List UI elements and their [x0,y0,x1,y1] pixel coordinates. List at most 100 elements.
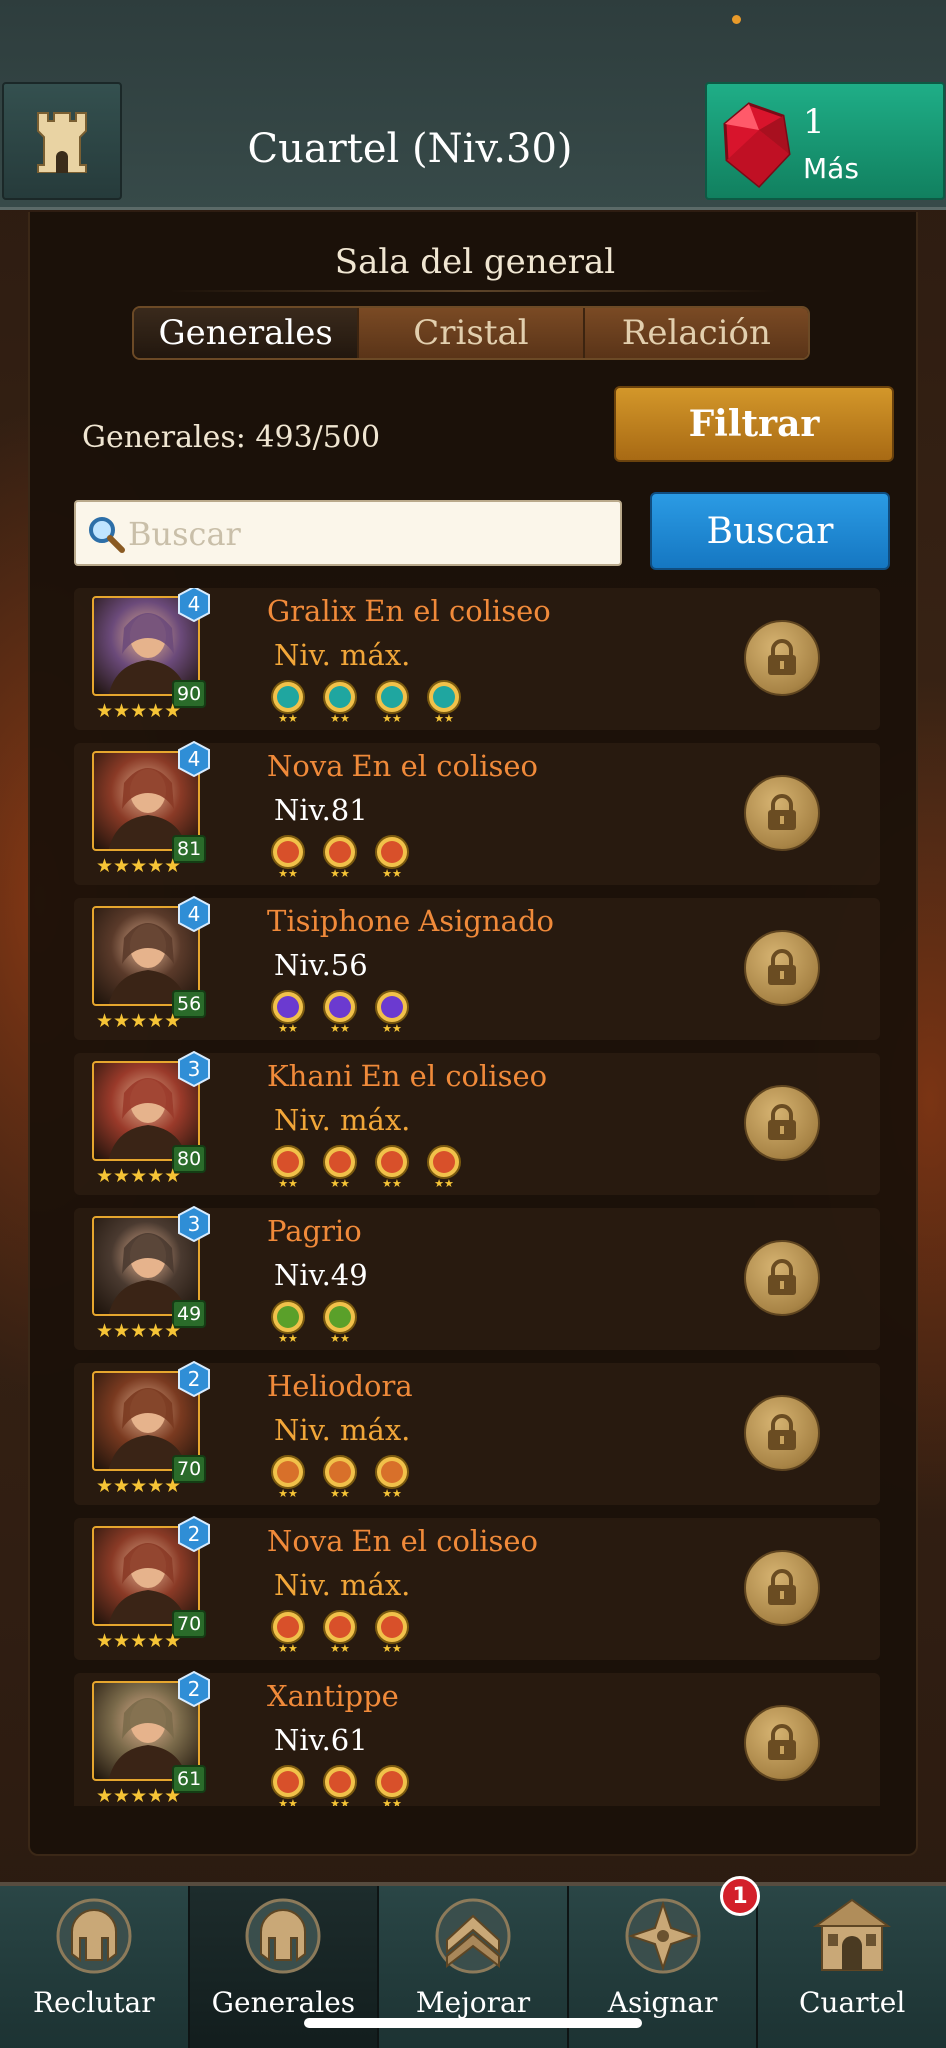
skill-icon[interactable]: ★★ [270,1145,306,1190]
skill-icon[interactable]: ★★ [374,1610,410,1655]
search-field[interactable] [74,500,622,566]
general-row[interactable]: 3 80 ★★★★★ Khani En el coliseo Niv. máx. ★★ ★★ ★… [74,1051,880,1195]
general-status: En el coliseo [360,1059,548,1093]
general-name: Pagrio [267,1214,362,1248]
skill-icon[interactable]: ★★ [322,680,358,725]
nav-cuartel[interactable]: Cuartel [758,1886,946,2048]
general-level: Niv. máx. [274,1413,411,1447]
lock-button[interactable] [744,930,820,1006]
rank-number: 3 [188,1212,201,1236]
lock-button[interactable] [744,1240,820,1316]
tab-cristal[interactable]: Cristal [359,308,585,358]
lock-icon [768,1569,796,1605]
general-row[interactable]: 2 61 ★★★★★ Xantippe Niv.61 ★★ ★★ ★★ [74,1671,880,1806]
lock-button[interactable] [744,1550,820,1626]
search-icon [89,517,125,553]
helmet-icon [56,1898,132,1974]
general-name: Nova [267,1524,344,1558]
skill-icon[interactable]: ★★ [270,1610,306,1655]
skill-icon[interactable]: ★★ [270,1455,306,1500]
skill-icon[interactable]: ★★ [322,1300,358,1345]
lock-icon [768,1259,796,1295]
skill-icon[interactable]: ★★ [374,1765,410,1806]
panel-subtitle: Sala del general [334,242,616,282]
skill-icon[interactable]: ★★ [322,1455,358,1500]
nav-reclutar[interactable]: Reclutar [0,1886,190,2048]
skill-icon[interactable]: ★★ [322,990,358,1035]
castle-button[interactable] [2,82,122,200]
lock-button[interactable] [744,1395,820,1471]
general-level: Niv. máx. [274,638,411,672]
svg-text:★★: ★★ [434,712,454,724]
general-status: En el coliseo [351,1524,538,1558]
skill-icon[interactable]: ★★ [270,990,306,1035]
gem-purchase-button[interactable]: 1 Más [705,82,945,200]
general-row[interactable]: 4 81 ★★★★★ Nova En el coliseo Niv.81 ★★ ★★ ★★ [74,741,880,885]
skill-icon[interactable]: ★★ [322,1610,358,1655]
general-name: Gralix [267,594,357,628]
skill-icon[interactable]: ★★ [374,835,410,880]
svg-text:★★: ★★ [330,1332,350,1344]
tab-relacion[interactable]: Relación [584,308,808,358]
star-rating: ★★★★★ [96,700,182,722]
general-count: Generales: 493/500 [82,420,381,455]
skill-icon[interactable]: ★★ [426,680,462,725]
general-row[interactable]: 2 70 ★★★★★ Heliodora Niv. máx. ★★ ★★ ★★ [74,1361,880,1505]
general-name: Xantippe [267,1679,399,1713]
rank-shield-icon: 2 [178,1671,210,1707]
skill-icon[interactable]: ★★ [322,1765,358,1806]
skill-icon[interactable]: ★★ [270,1765,306,1806]
general-row[interactable]: 2 70 ★★★★★ Nova En el coliseo Niv. máx. ★★ ★★ ★★ [74,1516,880,1660]
rank-number: 4 [188,592,201,616]
skill-icon[interactable]: ★★ [322,1145,358,1190]
lock-button[interactable] [744,1705,820,1781]
skill-icon[interactable]: ★★ [374,1455,410,1500]
general-name-line: Pagrio [267,1214,370,1248]
general-name-line: Khani En el coliseo [267,1059,547,1093]
svg-text:★★: ★★ [382,1487,402,1499]
general-row[interactable]: 4 90 ★★★★★ Gralix En el coliseo Niv. máx. ★★ ★★… [74,588,880,730]
general-row[interactable]: 4 56 ★★★★★ Tisiphone Asignado Niv.56 ★★ ★★ ★★ [74,896,880,1040]
gem-more-label: Más [803,152,859,185]
star-rating: ★★★★★ [96,1785,182,1806]
lock-icon [768,1724,796,1760]
top-bar: Cuartel (Niv.30) 1 Más [0,0,946,210]
lock-icon [768,639,796,675]
general-name-line: Heliodora [267,1369,421,1403]
general-name: Heliodora [267,1369,413,1403]
svg-text:★★: ★★ [278,1022,298,1034]
svg-text:★★: ★★ [278,1642,298,1654]
status-dot [732,15,741,24]
skill-list: ★★ ★★ ★★ [270,990,410,1035]
lock-icon [768,1414,796,1450]
skill-icon[interactable]: ★★ [270,680,306,725]
search-input[interactable] [128,508,608,560]
svg-text:★★: ★★ [382,712,402,724]
lock-button[interactable] [744,1085,820,1161]
tab-generales[interactable]: Generales [134,308,360,358]
skill-icon[interactable]: ★★ [322,835,358,880]
skill-icon[interactable]: ★★ [270,1300,306,1345]
barracks-icon [813,1898,892,1971]
svg-text:★★: ★★ [278,1177,298,1189]
ruby-gem-icon [723,102,791,189]
compass-star-icon [625,1898,701,1974]
skill-icon[interactable]: ★★ [270,835,306,880]
search-button[interactable]: Buscar [650,492,890,570]
skill-list: ★★ ★★ ★★ ★★ [270,1145,462,1190]
skill-icon[interactable]: ★★ [374,990,410,1035]
skill-icon[interactable]: ★★ [374,680,410,725]
lock-button[interactable] [744,775,820,851]
home-indicator[interactable] [304,2018,642,2028]
notification-badge: 1 [720,1876,760,1916]
nav-label: Mejorar [415,1986,531,2019]
skill-icon[interactable]: ★★ [374,1145,410,1190]
general-row[interactable]: 3 49 ★★★★★ Pagrio Niv.49 ★★ ★★ [74,1206,880,1350]
svg-text:★★: ★★ [382,1177,402,1189]
skill-icon[interactable]: ★★ [426,1145,462,1190]
star-rating: ★★★★★ [96,1320,182,1342]
filter-button[interactable]: Filtrar [614,386,894,462]
general-name: Khani [267,1059,353,1093]
lock-button[interactable] [744,620,820,696]
general-status: Asignado [418,904,554,938]
